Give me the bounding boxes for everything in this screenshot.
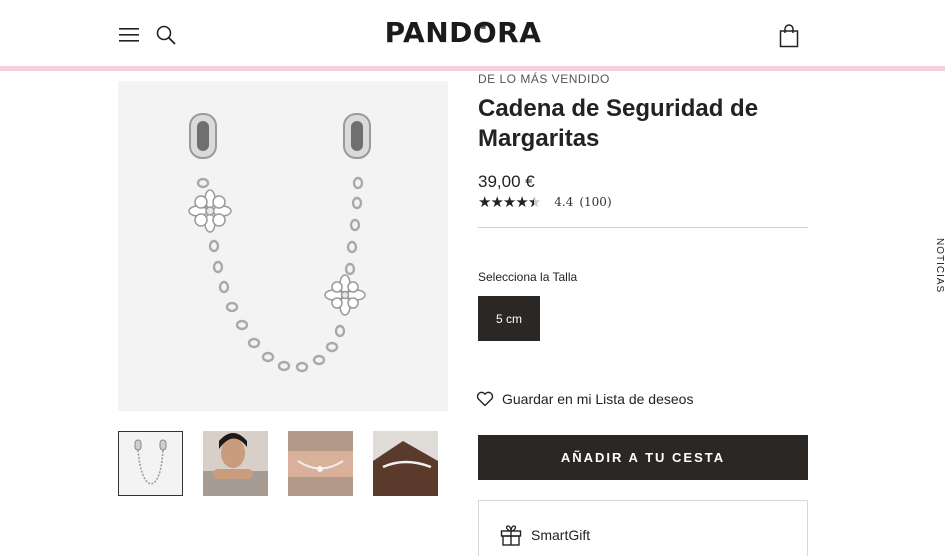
crown-icon: ♛ xyxy=(479,21,489,32)
thumbnail-bracelet-closeup[interactable] xyxy=(373,431,438,496)
add-to-cart-button[interactable]: AÑADIR A TU CESTA xyxy=(478,435,808,480)
size-label: Selecciona la Talla xyxy=(478,270,578,284)
thumbnail-charm[interactable] xyxy=(118,431,183,496)
header-accent-line xyxy=(0,66,945,71)
rating-text: 4.4 (100) xyxy=(554,195,611,209)
divider xyxy=(478,227,808,228)
side-tab-label: NOTICIAS xyxy=(934,238,945,294)
product-main-image[interactable] xyxy=(118,81,448,411)
rating-stars: ★ ★ ★ ★ ★ xyxy=(478,193,541,211)
site-header: ♛ PANDORA xyxy=(0,0,945,66)
star-icon: ★ xyxy=(502,193,516,211)
newsletter-side-tab[interactable]: NOTICIAS xyxy=(934,238,945,318)
thumbnail-woman-wearing[interactable] xyxy=(203,431,268,496)
brand-logo[interactable]: ♛ PANDORA xyxy=(380,16,546,50)
product-title: Cadena de Seguridad de Margaritas xyxy=(478,95,759,152)
gift-icon xyxy=(500,525,522,546)
star-icon: ★ xyxy=(515,193,528,211)
star-icon: ★ xyxy=(490,193,503,211)
search-icon[interactable] xyxy=(152,22,180,48)
smartgift-panel[interactable]: SmartGift xyxy=(478,500,808,556)
rating-value: 4.4 xyxy=(554,195,574,209)
heart-icon xyxy=(476,391,494,407)
wishlist-label: Guardar en mi Lista de deseos xyxy=(502,391,694,407)
product-rating[interactable]: ★ ★ ★ ★ ★ 4.4 (100) xyxy=(478,193,612,211)
shopping-bag-icon[interactable] xyxy=(776,22,802,50)
smartgift-label: SmartGift xyxy=(531,527,591,543)
product-price: 39,00 € xyxy=(478,172,535,191)
thumbnail-bracelet-wrist[interactable] xyxy=(288,431,353,496)
wishlist-button[interactable]: Guardar en mi Lista de deseos xyxy=(476,391,693,407)
bestseller-label: DE LO MÁS VENDIDO xyxy=(478,72,610,86)
size-option-5cm[interactable]: 5 cm xyxy=(478,296,540,341)
half-star-icon: ★ xyxy=(528,193,541,211)
rating-count: (100) xyxy=(579,195,612,209)
hamburger-menu-icon[interactable] xyxy=(116,23,142,47)
brand-name: PANDORA xyxy=(384,16,542,49)
star-icon: ★ xyxy=(478,193,491,211)
